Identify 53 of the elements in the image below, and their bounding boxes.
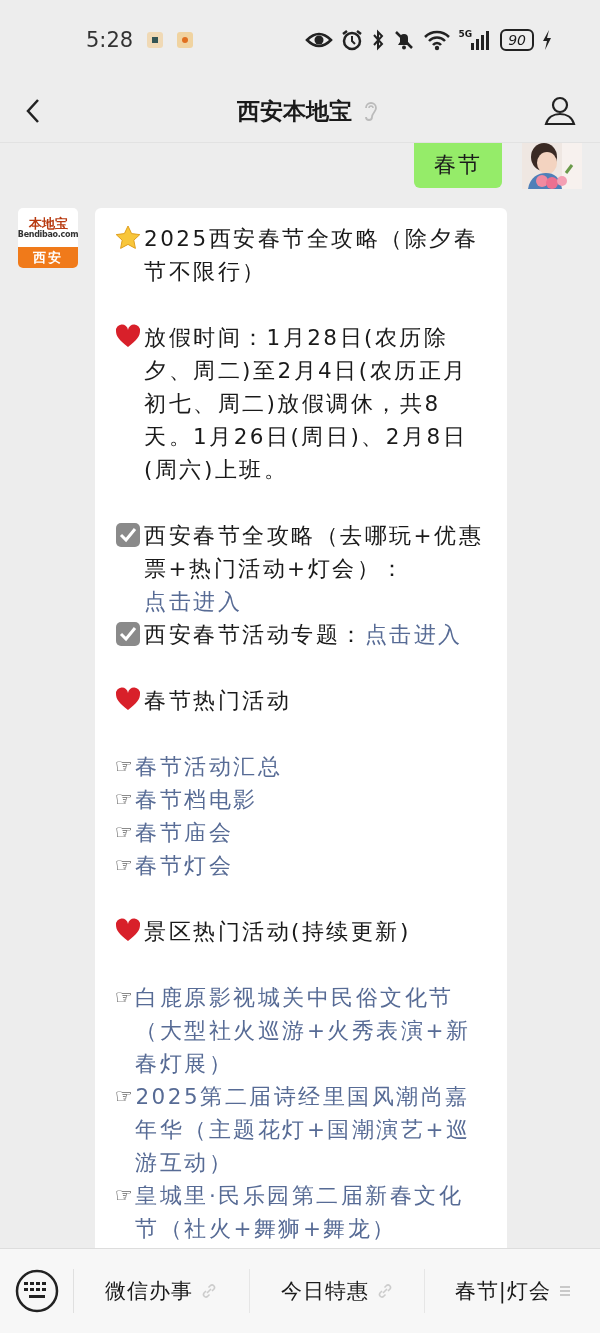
logo-site: Bendibao.com [18, 231, 78, 239]
pointing-hand: ☞ [115, 786, 136, 813]
link[interactable]: 2025第二届诗经里国风潮尚嘉年华（主题花灯+国潮演艺+巡游互动） [135, 1080, 487, 1179]
link[interactable]: 皇城里·民乐园第二届新春文化节（社火+舞狮+舞龙） [135, 1179, 487, 1245]
link[interactable]: 春节档电影 [135, 783, 487, 816]
message-text: 景区热门活动(持续更新) [144, 918, 412, 946]
app-notification-icon [177, 32, 194, 48]
alarm-icon [340, 29, 363, 51]
pointing-hand: ☞ [115, 852, 136, 879]
message-text: 放假时间：1月28日(农历除夕、周二)至2月4日(农历正月初七、周二)放假调休，共8天。1月26日(周日)、2月8日(周六)上班。 [144, 324, 469, 484]
menu-icon [558, 1285, 571, 1297]
pointing-hand: ☞ [115, 819, 136, 846]
heart-icon [115, 918, 141, 942]
app-notification-icon [147, 32, 164, 48]
logo-city: 西安 [18, 247, 78, 268]
message-text: 西安春节全攻略（去哪玩+优惠票+热门活动+灯会）： 点击进入 [144, 522, 484, 616]
eye-icon [304, 30, 333, 50]
menu-button[interactable]: 今日特惠 [249, 1269, 426, 1313]
heart-icon [115, 687, 141, 711]
wifi-icon [422, 29, 451, 51]
keyboard-icon [14, 1269, 59, 1313]
muted-bell-icon [392, 29, 415, 51]
person-icon [544, 96, 576, 126]
pointing-hand: ☞ [115, 1182, 136, 1209]
network-type: 5G [458, 29, 473, 39]
link[interactable]: 春节庙会 [135, 816, 487, 849]
checkbox-icon [115, 522, 141, 548]
message-bubble: 春节 [414, 143, 502, 188]
battery-indicator: 90 [500, 29, 534, 51]
status-time: 5:28 [86, 28, 134, 52]
link[interactable]: 春节灯会 [135, 849, 487, 882]
chat-title: 西安本地宝 [236, 96, 352, 126]
account-avatar[interactable]: 本地宝 Bendibao.com 西安 [18, 208, 78, 268]
link[interactable]: 春节活动汇总 [135, 750, 487, 783]
link[interactable]: 点击进入 [144, 589, 242, 614]
link-icon [377, 1283, 393, 1299]
pointing-hand: ☞ [115, 984, 136, 1011]
message-text: 西安春节活动专题：点击进入 [144, 621, 464, 649]
message-text: 春节热门活动 [144, 687, 292, 715]
back-icon [26, 98, 40, 124]
pointing-hand: ☞ [115, 753, 136, 780]
checkbox-icon [115, 621, 141, 647]
link-icon [201, 1283, 218, 1299]
menu-button[interactable]: 微信办事 [74, 1269, 250, 1313]
message-text: 2025西安春节全攻略（除夕春节不限行） [144, 225, 480, 286]
link[interactable]: 点击进入 [364, 622, 463, 647]
menu-button[interactable]: 春节|灯会 [425, 1269, 600, 1313]
pointing-hand: ☞ [115, 1083, 136, 1110]
star-icon [115, 225, 141, 251]
logo-brand: 本地宝 [28, 216, 68, 231]
link[interactable]: 白鹿原影视城关中民俗文化节（大型社火巡游+火秀表演+新春灯展） [135, 981, 487, 1080]
heart-icon [115, 324, 141, 348]
bluetooth-icon [370, 29, 385, 51]
